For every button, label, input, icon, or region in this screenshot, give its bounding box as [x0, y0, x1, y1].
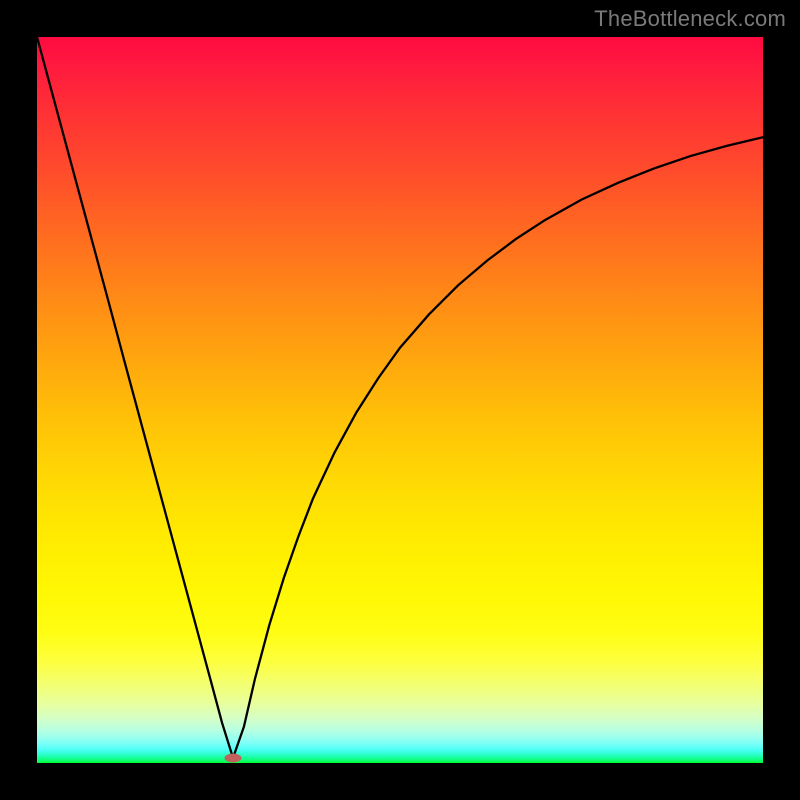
chart-frame: TheBottleneck.com [0, 0, 800, 800]
curve-left-segment [37, 37, 233, 758]
watermark-text: TheBottleneck.com [594, 6, 786, 32]
plot-area [37, 37, 763, 763]
bottleneck-curve [37, 37, 763, 763]
optimal-point-marker [225, 753, 242, 762]
curve-right-segment [233, 137, 763, 758]
